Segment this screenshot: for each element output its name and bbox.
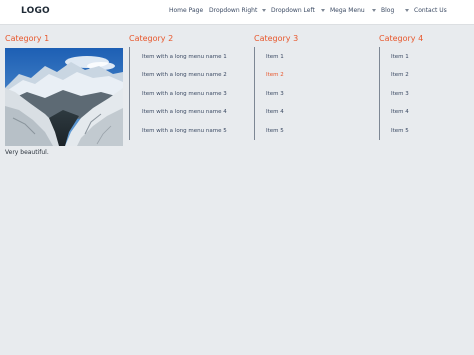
category-4-item-5[interactable]: Item 5 (391, 128, 409, 134)
nav-label: Mega Menu (330, 7, 365, 14)
caret-down-icon (262, 8, 266, 12)
nav-contact-us[interactable]: Contact Us (405, 7, 447, 14)
category-1-title: Category 1 (5, 34, 50, 43)
category-3-item-3[interactable]: Item 3 (266, 91, 284, 97)
category-4-divider (379, 47, 380, 140)
category-3-item-1[interactable]: Item 1 (266, 54, 284, 60)
nav-blog[interactable]: Blog (372, 7, 394, 14)
nav-mega-menu[interactable]: Mega Menu (321, 7, 365, 14)
nav-home-page[interactable]: Home Page (169, 7, 203, 14)
nav-label: Contact Us (414, 7, 447, 14)
caret-down-icon (372, 8, 376, 12)
nav-label: Dropdown Left (271, 7, 315, 14)
category-2-item-5[interactable]: Item with a long menu name 5 (142, 128, 227, 134)
category-4-title: Category 4 (379, 34, 424, 43)
category-2-item-4[interactable]: Item with a long menu name 4 (142, 109, 227, 115)
category-4-item-3[interactable]: Item 3 (391, 91, 409, 97)
nav-dropdown-left[interactable]: Dropdown Left (262, 7, 315, 14)
category-3-item-4[interactable]: Item 4 (266, 109, 284, 115)
nav-label: Blog (381, 7, 395, 14)
category-2-item-1[interactable]: Item with a long menu name 1 (142, 54, 227, 60)
category-3-divider (254, 47, 255, 140)
logo[interactable]: LOGO (21, 6, 50, 16)
category-3-item-2-active[interactable]: Item 2 (266, 72, 284, 78)
nav-label: Dropdown Right (209, 7, 258, 14)
photo-caption: Very beautiful. (5, 149, 49, 156)
nav-dropdown-right[interactable]: Dropdown Right (209, 7, 257, 14)
category-4-item-1[interactable]: Item 1 (391, 54, 409, 60)
mountain-photo (5, 48, 123, 146)
caret-down-icon (321, 8, 325, 12)
category-3-item-5[interactable]: Item 5 (266, 128, 284, 134)
category-2-title: Category 2 (129, 34, 174, 43)
category-4-item-4[interactable]: Item 4 (391, 109, 409, 115)
mega-menu-panel: Category 1 Very beautiful. Category 2 It… (0, 25, 474, 160)
page: LOGO Home Page Dropdown Right Dropdown L… (0, 0, 474, 355)
category-3-title: Category 3 (254, 34, 299, 43)
navbar: LOGO Home Page Dropdown Right Dropdown L… (0, 0, 474, 25)
caret-down-icon (405, 8, 409, 12)
category-2-item-3[interactable]: Item with a long menu name 3 (142, 91, 227, 97)
nav-label: Home Page (169, 7, 204, 14)
category-4-item-2[interactable]: Item 2 (391, 72, 409, 78)
category-2-item-2[interactable]: Item with a long menu name 2 (142, 72, 227, 78)
category-2-divider (129, 47, 130, 140)
